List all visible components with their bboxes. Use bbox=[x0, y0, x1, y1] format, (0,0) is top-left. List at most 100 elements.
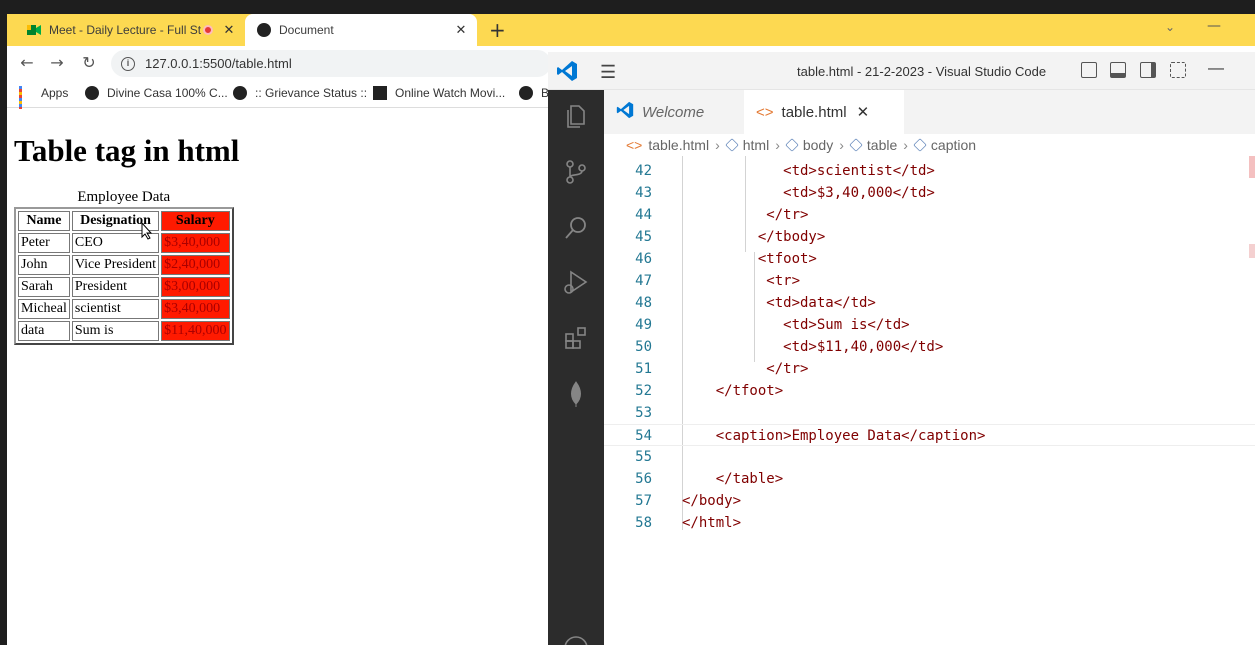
line-number: 43 bbox=[635, 185, 652, 201]
code-text: <td>Sum is</td> bbox=[682, 317, 910, 333]
cell-designation: President bbox=[71, 277, 160, 297]
html-file-icon: <> bbox=[756, 103, 774, 121]
code-line[interactable]: 52 </tfoot> bbox=[604, 380, 1255, 402]
vscode-logo-icon bbox=[556, 60, 578, 82]
cell-designation: Vice President bbox=[71, 255, 160, 275]
symbol-icon bbox=[849, 138, 863, 152]
table-row: Micheal scientist $3,40,000 bbox=[18, 299, 230, 319]
code-line[interactable]: 47 <tr> bbox=[604, 270, 1255, 292]
cell-salary: $2,40,000 bbox=[161, 255, 230, 275]
tab-document-close-icon[interactable]: ✕ bbox=[451, 22, 471, 38]
search-icon[interactable] bbox=[562, 214, 590, 242]
page-content: Table tag in html Employee Data Name Des… bbox=[7, 109, 547, 645]
code-text: </tr> bbox=[682, 361, 809, 377]
code-text: <caption>Employee Data</caption> bbox=[682, 428, 986, 444]
new-tab-button[interactable]: + bbox=[489, 18, 506, 42]
reload-icon[interactable]: ↻ bbox=[79, 53, 99, 73]
line-number: 50 bbox=[635, 339, 652, 355]
bookmark-apps[interactable]: Apps bbox=[19, 86, 68, 113]
code-line[interactable]: 53 bbox=[604, 402, 1255, 424]
line-number: 54 bbox=[635, 428, 652, 444]
symbol-icon bbox=[785, 138, 799, 152]
breadcrumb-body[interactable]: body bbox=[785, 137, 833, 153]
account-icon[interactable] bbox=[562, 634, 590, 645]
cell-name: Sarah bbox=[18, 277, 70, 297]
vscode-logo-icon bbox=[616, 101, 634, 123]
breadcrumb-table[interactable]: table bbox=[849, 137, 897, 153]
code-text: </tfoot> bbox=[682, 383, 784, 399]
breadcrumb-file[interactable]: <> table.html bbox=[626, 137, 709, 153]
toggle-panel-icon[interactable] bbox=[1110, 62, 1126, 78]
breadcrumb-html[interactable]: html bbox=[724, 137, 769, 153]
extensions-icon[interactable] bbox=[562, 324, 590, 352]
bookmark-b[interactable]: B bbox=[519, 86, 549, 100]
menu-icon[interactable]: ☰ bbox=[600, 62, 616, 83]
code-line[interactable]: 58 </html> bbox=[604, 512, 1255, 534]
bookmark-online-watch[interactable]: Online Watch Movi... bbox=[373, 86, 505, 100]
site-info-icon[interactable]: i bbox=[121, 56, 135, 71]
tab-meet-title: Meet - Daily Lecture - Full St bbox=[49, 23, 202, 37]
mongodb-leaf-icon[interactable] bbox=[562, 380, 590, 408]
code-line[interactable]: 50 <td>$11,40,000</td> bbox=[604, 336, 1255, 358]
code-line[interactable]: 51 </tr> bbox=[604, 358, 1255, 380]
header-name: Name bbox=[18, 211, 70, 231]
cell-name: John bbox=[18, 255, 70, 275]
vscode-title: table.html - 21-2-2023 - Visual Studio C… bbox=[797, 64, 1047, 79]
mouse-cursor-icon bbox=[141, 221, 153, 245]
code-line[interactable]: 46 <tfoot> bbox=[604, 248, 1255, 270]
tab-document-title: Document bbox=[279, 23, 334, 37]
table-caption: Employee Data bbox=[77, 189, 171, 205]
back-icon[interactable]: ← bbox=[17, 53, 37, 73]
code-line[interactable]: 55 bbox=[604, 446, 1255, 468]
browser-minimize-icon[interactable]: — bbox=[1207, 18, 1221, 34]
close-tab-icon[interactable]: ✕ bbox=[857, 103, 870, 121]
code-text: <tfoot> bbox=[682, 251, 817, 267]
breadcrumb-caption[interactable]: caption bbox=[913, 137, 977, 153]
code-line[interactable]: 57 </body> bbox=[604, 490, 1255, 512]
code-line[interactable]: 44 </tr> bbox=[604, 204, 1255, 226]
code-line[interactable]: 49 <td>Sum is</td> bbox=[604, 314, 1255, 336]
code-line[interactable]: 48 <td>data</td> bbox=[604, 292, 1255, 314]
tab-search-icon[interactable]: ⌄ bbox=[1165, 20, 1175, 34]
breadcrumb: <> table.html › html › body › table › cap… bbox=[604, 134, 1255, 156]
bookmark-grievance[interactable]: :: Grievance Status :: bbox=[233, 86, 367, 100]
tab-file-label: table.html bbox=[781, 103, 847, 121]
vscode-minimize-icon[interactable]: — bbox=[1208, 60, 1224, 78]
globe-icon bbox=[519, 86, 533, 100]
code-line[interactable]: 45 </tbody> bbox=[604, 226, 1255, 248]
breadcrumb-label: caption bbox=[930, 137, 977, 153]
code-editor[interactable]: 42 <td>scientist</td> 43 <td>$3,40,000</t… bbox=[604, 156, 1255, 645]
cell-salary: $3,40,000 bbox=[161, 299, 230, 319]
vscode-titlebar: ☰ table.html - 21-2-2023 - Visual Studio… bbox=[548, 52, 1255, 90]
run-debug-icon[interactable] bbox=[562, 268, 590, 296]
cell-salary: $11,40,000 bbox=[161, 321, 230, 341]
code-line[interactable]: 43 <td>$3,40,000</td> bbox=[604, 182, 1255, 204]
toggle-sidebar-icon[interactable] bbox=[1081, 62, 1097, 78]
address-bar[interactable]: i 127.0.0.1:5500/table.html bbox=[111, 50, 551, 77]
browser-tab-bar: Meet - Daily Lecture - Full St ✕ Documen… bbox=[7, 14, 1255, 46]
page-heading: Table tag in html bbox=[14, 133, 240, 168]
tab-welcome[interactable]: Welcome bbox=[604, 90, 744, 134]
code-text: <td>$11,40,000</td> bbox=[682, 339, 944, 355]
code-line[interactable]: 56 </table> bbox=[604, 468, 1255, 490]
chevron-right-icon: › bbox=[903, 137, 908, 153]
source-control-icon[interactable] bbox=[562, 158, 590, 186]
bookmark-divine-casa[interactable]: Divine Casa 100% C... bbox=[85, 86, 228, 100]
line-number: 51 bbox=[635, 361, 652, 377]
code-line[interactable]: 54 <caption>Employee Data</caption> bbox=[604, 424, 1255, 446]
tab-table-html[interactable]: <> table.html ✕ bbox=[744, 90, 904, 134]
line-number: 49 bbox=[635, 317, 652, 333]
tab-meet-close-icon[interactable]: ✕ bbox=[219, 22, 239, 38]
forward-icon[interactable]: → bbox=[47, 53, 67, 73]
line-number: 47 bbox=[635, 273, 652, 289]
customize-layout-icon[interactable] bbox=[1170, 62, 1186, 78]
bookmark-label: Divine Casa 100% C... bbox=[107, 86, 228, 100]
cell-name: Peter bbox=[18, 233, 70, 253]
tab-document[interactable]: Document ✕ bbox=[245, 14, 477, 46]
line-number: 52 bbox=[635, 383, 652, 399]
tab-meet[interactable]: Meet - Daily Lecture - Full St ✕ bbox=[15, 14, 245, 46]
code-line[interactable]: 42 <td>scientist</td> bbox=[604, 160, 1255, 182]
toggle-secondary-sidebar-icon[interactable] bbox=[1140, 62, 1156, 78]
explorer-icon[interactable] bbox=[562, 102, 590, 130]
movie-site-icon bbox=[373, 86, 387, 100]
